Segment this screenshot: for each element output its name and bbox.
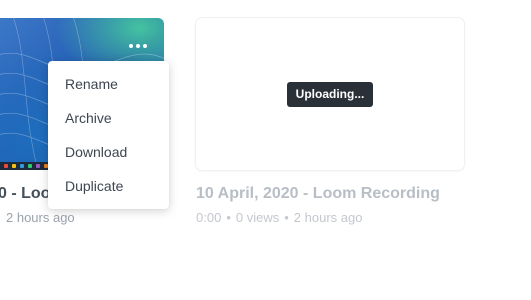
video-meta: 2 hours ago: [6, 210, 75, 225]
video-title-uploading[interactable]: 10 April, 2020 - Loom Recording: [196, 185, 440, 203]
video-options-menu: Rename Archive Download Duplicate: [48, 61, 169, 209]
more-options-button[interactable]: [124, 36, 152, 56]
more-horizontal-icon: [129, 44, 133, 48]
uploading-badge: Uploading...: [287, 82, 373, 107]
video-age: 2 hours ago: [6, 210, 75, 225]
video-views: 0 views: [235, 210, 280, 225]
video-card-uploading[interactable]: Uploading...: [196, 18, 464, 170]
video-meta-uploading: 0:00 • 0 views • 2 hours ago: [196, 210, 363, 225]
video-duration: 0:00: [196, 210, 222, 225]
menu-item-archive[interactable]: Archive: [48, 101, 169, 135]
video-title[interactable]: 0 - Loo: [0, 185, 50, 203]
video-age: 2 hours ago: [293, 210, 363, 225]
menu-item-rename[interactable]: Rename: [48, 67, 169, 101]
menu-item-duplicate[interactable]: Duplicate: [48, 169, 169, 203]
menu-item-download[interactable]: Download: [48, 135, 169, 169]
